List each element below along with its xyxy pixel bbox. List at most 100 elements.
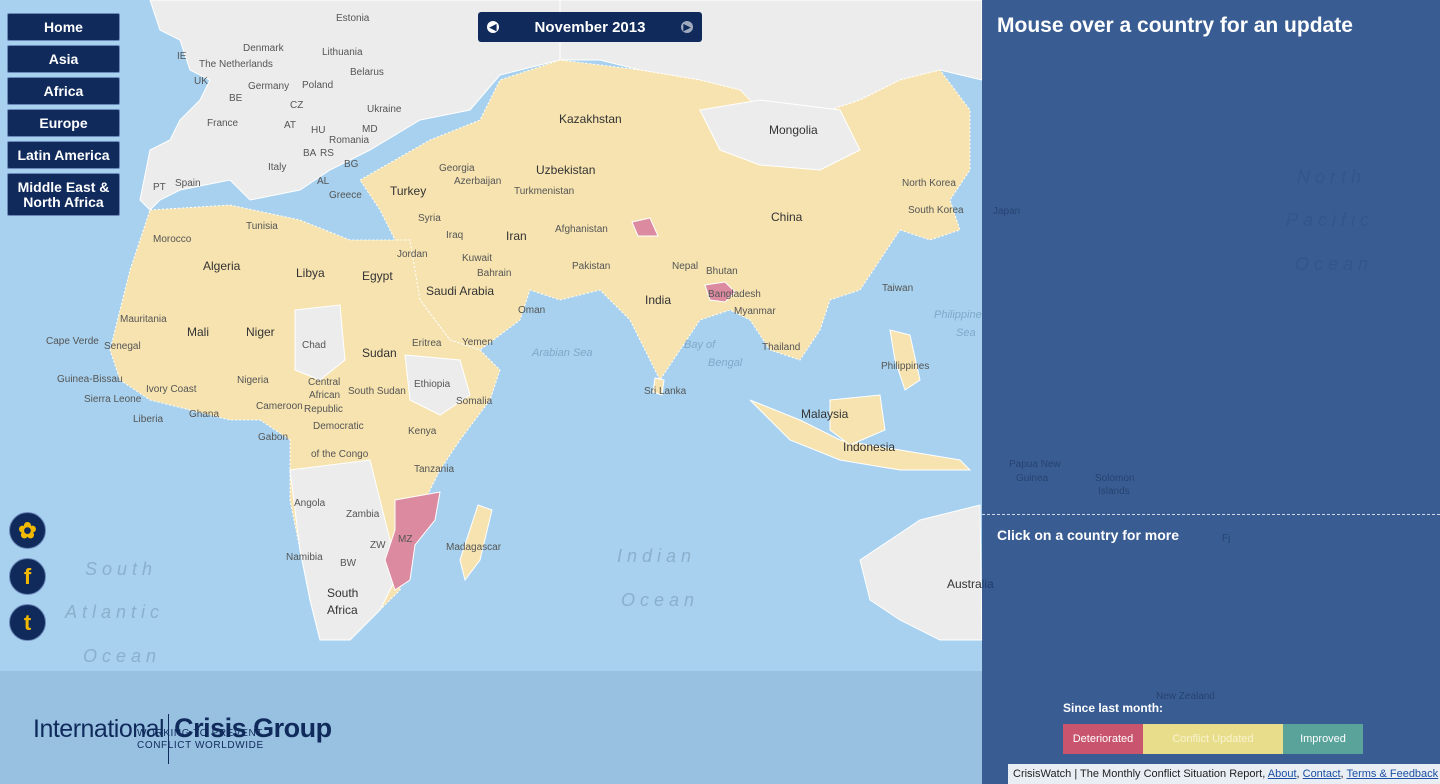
- place-label: Madagascar: [446, 542, 502, 553]
- month-selector: ◀ November 2013 ▶: [478, 12, 702, 42]
- info-panel: Mouse over a country for an update Click…: [982, 0, 1440, 784]
- place-label: Liberia: [133, 414, 163, 425]
- place-label: of the Congo: [311, 449, 369, 460]
- nav-middle-east-button[interactable]: Middle East & North Africa: [7, 173, 120, 216]
- terms-feedback-link[interactable]: Terms & Feedback: [1346, 768, 1438, 780]
- place-label: Libya: [296, 266, 325, 280]
- place-label: Pakistan: [572, 261, 610, 272]
- place-label: Azerbaijan: [454, 176, 501, 187]
- place-label: Cameroon: [256, 401, 303, 412]
- place-label: Germany: [248, 81, 289, 92]
- about-link[interactable]: About: [1268, 768, 1297, 780]
- place-label: Poland: [302, 80, 333, 91]
- place-label: Indonesia: [843, 440, 895, 454]
- place-label: Zambia: [346, 509, 380, 520]
- logo-tagline-1: WORKING TO PREVENT: [137, 728, 264, 739]
- place-label: Republic: [304, 404, 343, 415]
- place-label: African: [309, 390, 340, 401]
- place-label: Gabon: [258, 432, 288, 443]
- place-label: Democratic: [313, 421, 364, 432]
- place-label: Syria: [418, 213, 441, 224]
- ocean-label: Indian: [617, 546, 696, 566]
- place-label: Italy: [268, 162, 286, 173]
- place-label: Senegal: [104, 341, 141, 352]
- place-label: AL: [317, 176, 330, 187]
- nav-asia-button[interactable]: Asia: [7, 45, 120, 73]
- place-label: Oman: [518, 305, 545, 316]
- place-label: South Sudan: [348, 386, 406, 397]
- place-label: Taiwan: [882, 283, 913, 294]
- place-label: Angola: [294, 498, 326, 509]
- place-label: Cape Verde: [46, 336, 99, 347]
- logo-tagline: WORKING TO PREVENT CONFLICT WORLDWIDE: [137, 728, 264, 752]
- place-label: UK: [194, 76, 208, 87]
- place-label: Estonia: [336, 13, 370, 24]
- place-label: MD: [362, 124, 378, 135]
- region-nav: Home Asia Africa Europe Latin America Mi…: [7, 13, 120, 220]
- chevron-left-icon[interactable]: ◀: [487, 21, 499, 33]
- nav-latin-america-button[interactable]: Latin America: [7, 141, 120, 169]
- place-label: Kuwait: [462, 253, 492, 264]
- place-label: Central: [308, 377, 340, 388]
- place-label: Morocco: [153, 234, 192, 245]
- place-label: Ivory Coast: [146, 384, 197, 395]
- place-label: South: [327, 586, 358, 600]
- nav-europe-button[interactable]: Europe: [7, 109, 120, 137]
- place-label: Bahrain: [477, 268, 511, 279]
- place-label: Egypt: [362, 269, 393, 283]
- place-label: Algeria: [203, 259, 241, 273]
- place-label: Somalia: [456, 396, 493, 407]
- place-label: India: [645, 293, 671, 307]
- ocean-label: Ocean: [621, 590, 699, 610]
- place-label: Kazakhstan: [559, 112, 622, 126]
- place-label: North Korea: [902, 178, 956, 189]
- place-label: CZ: [290, 100, 303, 111]
- place-label: Niger: [246, 325, 275, 339]
- place-label: South Korea: [908, 205, 964, 216]
- place-label: Guinea-Bissau: [57, 374, 123, 385]
- credit-text: CrisisWatch | The Monthly Conflict Situa…: [1013, 768, 1268, 780]
- place-label: Sri Lanka: [644, 386, 687, 397]
- month-label: November 2013: [534, 18, 646, 36]
- place-label: China: [771, 210, 803, 224]
- place-label: Chad: [302, 340, 326, 351]
- facebook-icon[interactable]: f: [9, 558, 46, 595]
- place-label: Iraq: [446, 230, 463, 241]
- place-label: MZ: [398, 534, 412, 545]
- place-label: Mauritania: [120, 314, 167, 325]
- place-label: Bangladesh: [708, 289, 761, 300]
- place-label: IE: [177, 51, 187, 62]
- ocean-label: South: [85, 559, 157, 579]
- place-label: Ethiopia: [414, 379, 451, 390]
- crisis-group-logo[interactable]: International Crisis Group WORKING TO PR…: [33, 694, 332, 764]
- chevron-right-icon[interactable]: ▶: [681, 21, 693, 33]
- tumblr-icon[interactable]: t: [9, 604, 46, 641]
- place-label: Turkey: [390, 184, 426, 198]
- panel-title: Mouse over a country for an update: [997, 14, 1353, 37]
- legend: Deteriorated Conflict Updated Improved: [1063, 724, 1363, 754]
- logo-tagline-2: CONFLICT WORLDWIDE: [137, 740, 264, 751]
- place-label: Tanzania: [414, 464, 454, 475]
- nav-home-button[interactable]: Home: [7, 13, 120, 41]
- place-label: Uzbekistan: [536, 163, 595, 177]
- twitter-icon[interactable]: ✿: [9, 512, 46, 549]
- contact-link[interactable]: Contact: [1303, 768, 1341, 780]
- sea-label: Philippine: [934, 309, 982, 321]
- ocean-label: Atlantic: [64, 602, 164, 622]
- credit-bar: CrisisWatch | The Monthly Conflict Situa…: [1008, 764, 1440, 784]
- place-label: Nepal: [672, 261, 698, 272]
- place-label: Georgia: [439, 163, 475, 174]
- sea-label: Bay of: [684, 339, 716, 351]
- place-label: RS: [320, 148, 334, 159]
- sea-label: Sea: [956, 327, 976, 339]
- place-label: Thailand: [762, 342, 800, 353]
- place-label: Afghanistan: [555, 224, 608, 235]
- place-label: Eritrea: [412, 338, 442, 349]
- place-label: Sudan: [362, 346, 397, 360]
- place-label: Mongolia: [769, 123, 818, 137]
- place-label: Saudi Arabia: [426, 284, 494, 298]
- sea-label: Bengal: [708, 357, 743, 369]
- panel-more-text: Click on a country for more: [997, 527, 1180, 543]
- nav-africa-button[interactable]: Africa: [7, 77, 120, 105]
- place-label: Spain: [175, 178, 201, 189]
